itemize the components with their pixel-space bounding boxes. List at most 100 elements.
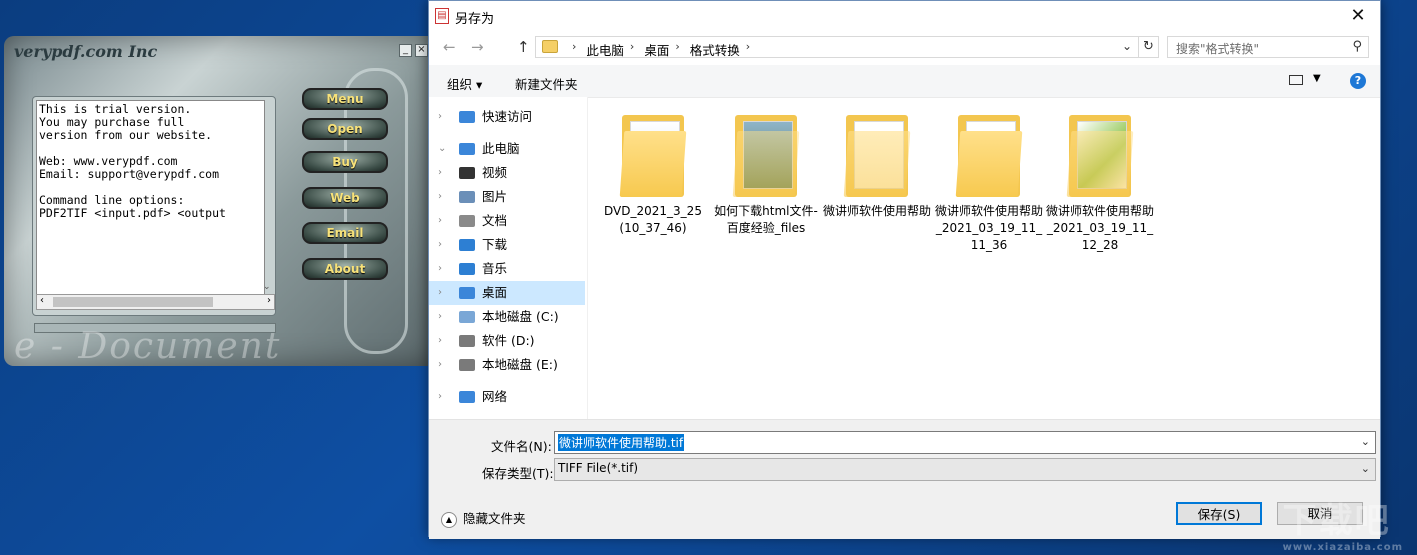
sidebar-item[interactable]: › 视频 [429,161,585,185]
drive-icon [459,359,475,371]
view-dropdown-icon[interactable]: ▼ [1313,73,1321,84]
back-arrow-icon[interactable]: ← [443,38,456,56]
app-window-buttons: _ × [399,44,428,57]
app-minimize-button[interactable]: _ [399,44,412,57]
sidebar-item[interactable]: › 快速访问 [429,105,585,129]
breadcrumb-item[interactable]: 桌面 [644,40,669,59]
email-button[interactable]: Email [302,222,388,244]
search-icon[interactable]: ⚲ [1352,39,1362,54]
horizontal-scrollbar[interactable]: ‹ › [36,294,275,310]
new-folder-button[interactable]: 新建文件夹 [515,74,578,93]
folder-item[interactable]: 微讲师软件使用帮助_2021_03_19_11_12_28 [1045,115,1155,254]
filetype-label: 保存类型(T): [482,466,554,481]
scroll-down-arrow-icon[interactable]: ⌄ [263,282,271,292]
folder-icon [955,115,1023,197]
sidebar-item-label: 视频 [482,165,508,180]
sidebar-item[interactable]: › 桌面 [429,281,585,305]
breadcrumb-separator[interactable]: › [746,40,750,59]
filetype-dropdown-icon[interactable]: ⌄ [1361,462,1370,475]
expand-chevron-icon[interactable]: › [438,281,442,305]
sidebar-item[interactable]: › 软件 (D:) [429,329,585,353]
address-bar[interactable]: › 此电脑 › 桌面 › 格式转换 › ⌄ [535,36,1139,58]
breadcrumb-separator[interactable]: › [675,40,679,59]
sidebar-item[interactable]: › 图片 [429,185,585,209]
breadcrumb-item[interactable]: 此电脑 [586,40,624,59]
save-as-dialog: ▤ 另存为 ✕ ← → ↑ › 此电脑 › 桌面 › 格式转换 › ⌄ ↻ 搜索… [428,0,1381,539]
breadcrumb-item[interactable]: 格式转换 [690,40,740,59]
sidebar-item[interactable]: › 下载 [429,233,585,257]
expand-chevron-icon[interactable]: › [438,105,442,129]
dialog-close-button[interactable]: ✕ [1336,1,1380,31]
expand-chevron-icon[interactable]: › [438,353,442,377]
about-button[interactable]: About [302,258,388,280]
sidebar-item-label: 本地磁盘 (E:) [482,357,558,372]
scroll-right-icon[interactable]: › [267,295,271,306]
address-dropdown-icon[interactable]: ⌄ [1122,39,1132,53]
sidebar-item-label: 本地磁盘 (C:) [482,309,559,324]
forward-arrow-icon[interactable]: → [471,38,484,56]
breadcrumb: › 此电脑 › 桌面 › 格式转换 › [566,40,760,59]
menu-button[interactable]: Menu [302,88,388,110]
filename-dropdown-icon[interactable]: ⌄ [1361,435,1370,448]
scroll-left-icon[interactable]: ‹ [40,295,44,306]
organize-menu[interactable]: 组织 ▾ [447,74,482,93]
search-box[interactable]: 搜索"格式转换" ⚲ [1167,36,1369,58]
sidebar-item-label: 网络 [482,389,508,404]
search-placeholder[interactable]: 搜索"格式转换" [1176,40,1259,57]
save-options-panel: 文件名(N): 微讲师软件使用帮助.tif ⌄ 保存类型(T): TIFF Fi… [429,419,1380,539]
sidebar-item[interactable]: › 本地磁盘 (C:) [429,305,585,329]
buy-button[interactable]: Buy [302,151,388,173]
site-watermark-logo: 下载吧 www.xiazaiba.com [1283,493,1403,553]
expand-chevron-icon[interactable]: › [438,329,442,353]
drive-icon [459,311,475,323]
video-icon [459,167,475,179]
computer-icon [459,143,475,155]
folder-item[interactable]: 微讲师软件使用帮助 [822,115,932,220]
file-list: DVD_2021_3_25 (10_37_46) 如何下载html文件-百度经验… [588,97,1381,419]
folder-item[interactable]: 如何下载html文件-百度经验_files [711,115,821,237]
scrollbar-thumb[interactable] [53,297,213,307]
dialog-titlebar: ▤ 另存为 ✕ [429,1,1380,31]
app-close-button[interactable]: × [415,44,428,57]
sidebar-item[interactable]: › 文档 [429,209,585,233]
sidebar-item[interactable]: › 本地磁盘 (E:) [429,353,585,377]
sidebar-item[interactable]: › 音乐 [429,257,585,281]
refresh-icon[interactable]: ↻ [1139,36,1159,58]
up-arrow-icon[interactable]: ↑ [517,38,530,56]
navigation-bar: ← → ↑ › 此电脑 › 桌面 › 格式转换 › ⌄ ↻ 搜索"格式转换" ⚲ [429,31,1380,63]
expand-chevron-icon[interactable]: › [438,385,442,409]
expand-chevron-icon[interactable]: › [438,185,442,209]
filetype-select[interactable]: TIFF File(*.tif) ⌄ [554,458,1376,481]
sidebar-item-label: 桌面 [482,285,508,300]
expand-chevron-icon[interactable]: › [438,233,442,257]
site-watermark-name: 下载吧 [1282,501,1391,541]
expand-chevron-icon[interactable]: › [438,161,442,185]
dialog-title: 另存为 [455,12,495,27]
folder-item[interactable]: 微讲师软件使用帮助_2021_03_19_11_11_36 [934,115,1044,254]
sidebar-item[interactable]: › 网络 [429,385,585,409]
hide-folders-toggle[interactable]: ▲ 隐藏文件夹 [441,508,526,528]
sidebar-item-label: 图片 [482,189,508,204]
filetype-value[interactable]: TIFF File(*.tif) [558,461,638,475]
expand-chevron-icon[interactable]: › [438,257,442,281]
open-button[interactable]: Open [302,118,388,140]
expand-chevron-icon[interactable]: › [438,209,442,233]
sidebar-item-label: 文档 [482,213,508,228]
sidebar-item-label: 音乐 [482,261,508,276]
help-icon[interactable]: ? [1350,73,1366,89]
folder-item[interactable]: DVD_2021_3_25 (10_37_46) [598,115,708,237]
view-options-icon[interactable] [1289,75,1303,85]
folder-icon [1066,115,1134,197]
sidebar-item[interactable]: ⌄ 此电脑 [429,137,585,161]
web-button[interactable]: Web [302,187,388,209]
pdf2tif-app-window: verypdf.com Inc _ × This is trial versio… [4,36,434,367]
pdf-app-icon: ▤ [435,8,449,24]
expand-chevron-icon[interactable]: › [438,305,442,329]
breadcrumb-separator[interactable]: › [630,40,634,59]
expand-chevron-icon[interactable]: ⌄ [438,137,446,161]
filename-value[interactable]: 微讲师软件使用帮助.tif [558,434,685,451]
collapse-icon[interactable]: ▲ [441,511,457,528]
hide-folders-label[interactable]: 隐藏文件夹 [463,511,526,526]
filename-input[interactable]: 微讲师软件使用帮助.tif ⌄ [554,431,1376,454]
save-button[interactable]: 保存(S) [1176,502,1262,525]
